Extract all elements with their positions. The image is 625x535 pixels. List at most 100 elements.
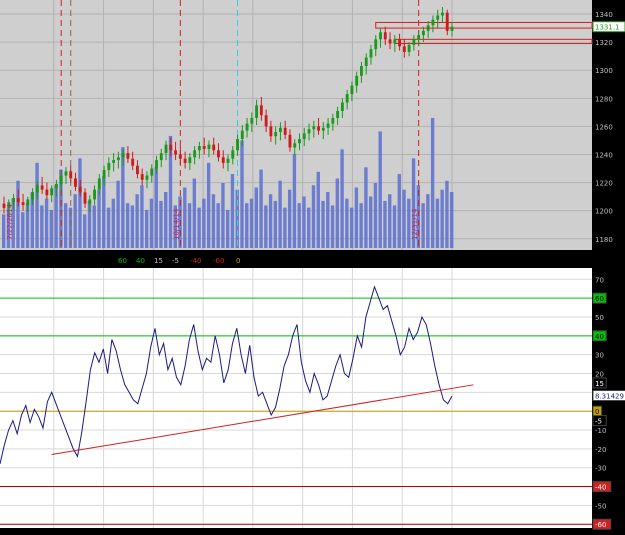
volume-bar (373, 183, 378, 248)
candle-body (326, 123, 330, 128)
volume-bar (316, 171, 320, 248)
candle-body (31, 192, 35, 200)
candle-body (364, 57, 368, 67)
volume-bar (345, 198, 349, 248)
candle-body (250, 117, 254, 124)
candle-body (245, 123, 249, 131)
chart-svg: 1340 1320 1300 1280 1260 1240 1220 1200 1180 7/22… (0, 0, 625, 530)
candle-body (45, 189, 49, 196)
volume-bar (264, 205, 268, 248)
candle-body (102, 169, 106, 179)
candle-body (155, 160, 158, 169)
price-tick-label: 1240 (595, 151, 613, 159)
volume-bar (259, 169, 263, 248)
candle-body (150, 168, 154, 176)
volume-bar (40, 205, 44, 248)
candle-body (193, 150, 197, 158)
candle-body (383, 32, 387, 40)
volume-bar (297, 203, 301, 248)
oscillator-value-label: 0 (595, 408, 599, 416)
oscillator-legend-entry: 15 (154, 257, 163, 265)
candle-body (417, 35, 421, 40)
oscillator-legend-entry: 60 (118, 257, 127, 265)
volume-bar (192, 178, 197, 248)
candle-body (88, 199, 92, 204)
candle-body (78, 186, 82, 193)
candle-body (74, 178, 77, 187)
oscillator-tick-label: 70 (595, 276, 604, 284)
candle-body (283, 127, 287, 135)
oscillator-legend-entry: 0 (236, 257, 240, 265)
oscillator-value-label: -40 (595, 484, 606, 492)
volume-bar (92, 205, 96, 248)
volume-bar (254, 187, 258, 248)
volume-bar (445, 180, 449, 248)
volume-bar (340, 149, 344, 248)
candle-body (226, 158, 230, 163)
candle-body (207, 144, 211, 149)
candle-body (431, 19, 435, 26)
candle-body (197, 146, 201, 151)
candle-body (321, 127, 325, 131)
candle-body (97, 178, 101, 190)
candle-body (50, 188, 54, 196)
volume-bar (83, 214, 87, 248)
candle-body (188, 157, 192, 163)
candle-body (336, 110, 340, 118)
candle-body (345, 94, 349, 103)
candle-body (426, 25, 430, 31)
price-tick-label: 1220 (595, 180, 613, 188)
oscillator-legend-entry: -40 (190, 257, 201, 265)
volume-bar (440, 189, 444, 248)
candle-body (159, 153, 163, 161)
volume-bar (273, 200, 278, 248)
price-tick-label: 1200 (595, 208, 613, 216)
oscillator-tick-label: -20 (595, 446, 606, 454)
candle-body (412, 39, 416, 45)
candle-body (231, 150, 235, 159)
candle-body (54, 183, 58, 189)
candle-body (393, 39, 397, 44)
volume-bar (21, 212, 25, 248)
candle-body (274, 132, 278, 137)
candle-body (26, 199, 30, 206)
oscillator-value-label: 60 (595, 295, 604, 303)
candle-body (174, 150, 178, 155)
oscillator-value-label: -60 (595, 521, 606, 529)
volume-bar (63, 203, 68, 248)
volume-bar (106, 207, 111, 248)
volume-bar (245, 203, 249, 248)
volume-bar (249, 198, 254, 248)
volume-bar (230, 174, 235, 248)
candle-body (136, 165, 139, 175)
volume-bar (144, 209, 149, 248)
volume-bar (359, 203, 363, 248)
volume-bar (388, 194, 392, 248)
volume-bar (221, 183, 225, 248)
candle-body (183, 158, 187, 163)
candle-body (436, 15, 440, 20)
candle-body (379, 32, 382, 40)
volume-bar (450, 191, 454, 248)
candle-body (240, 130, 244, 140)
volume-bar (44, 198, 49, 248)
candle-body (93, 189, 96, 200)
candle-body (374, 39, 378, 50)
oscillator-legend-entry: -60 (213, 257, 224, 265)
candle-body (126, 153, 130, 159)
candle-body (169, 144, 173, 151)
volume-bar (97, 189, 101, 248)
volume-bar (292, 153, 297, 248)
price-tick-label: 1260 (595, 123, 613, 131)
volume-bar (268, 194, 273, 248)
volume-bar (135, 194, 139, 248)
candle-body (307, 129, 311, 134)
volume-bar (164, 191, 168, 248)
volume-bar (307, 207, 311, 248)
volume-bar (235, 189, 239, 248)
candle-body (221, 157, 225, 163)
candle-body (40, 185, 44, 190)
volume-bar (159, 200, 163, 248)
candle-body (264, 115, 268, 127)
volume-bar (321, 200, 325, 248)
